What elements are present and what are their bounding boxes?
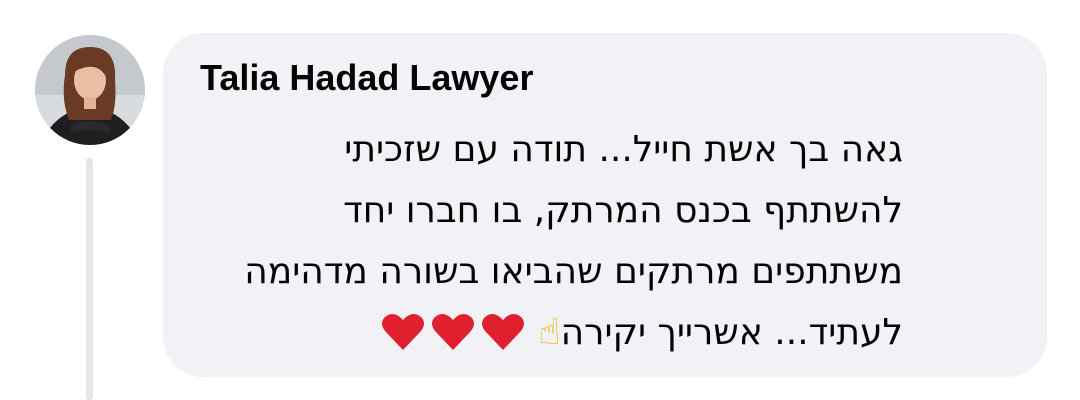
pointing-up-icon: ☝ <box>538 312 561 353</box>
comment-line-text: לעתיד... אשרייך יקירה <box>560 312 903 353</box>
comment-line: משתתפים מרתקים שהביאו בשורה מדהימה <box>244 251 903 292</box>
comment-author[interactable]: Talia Hadad Lawyer <box>200 57 533 99</box>
comment-bubble: Talia Hadad Lawyer גאה בך אשת חייל... תו… <box>163 33 1047 377</box>
hearts-group <box>381 302 531 371</box>
heart-icon <box>381 310 425 371</box>
comment-line: גאה בך אשת חייל... תודה עם שזכיתי <box>344 129 903 170</box>
comment-line-last: לעתיד... אשרייך יקירה☝ <box>193 302 903 371</box>
comment-text: גאה בך אשת חייל... תודה עם שזכיתי להשתתף… <box>193 119 903 371</box>
thread-line <box>86 158 93 400</box>
avatar[interactable] <box>35 35 145 145</box>
comment-line: להשתתף בכנס המרתק, בו חברו יחד <box>343 190 903 231</box>
heart-icon <box>431 310 475 371</box>
heart-icon <box>481 310 525 371</box>
